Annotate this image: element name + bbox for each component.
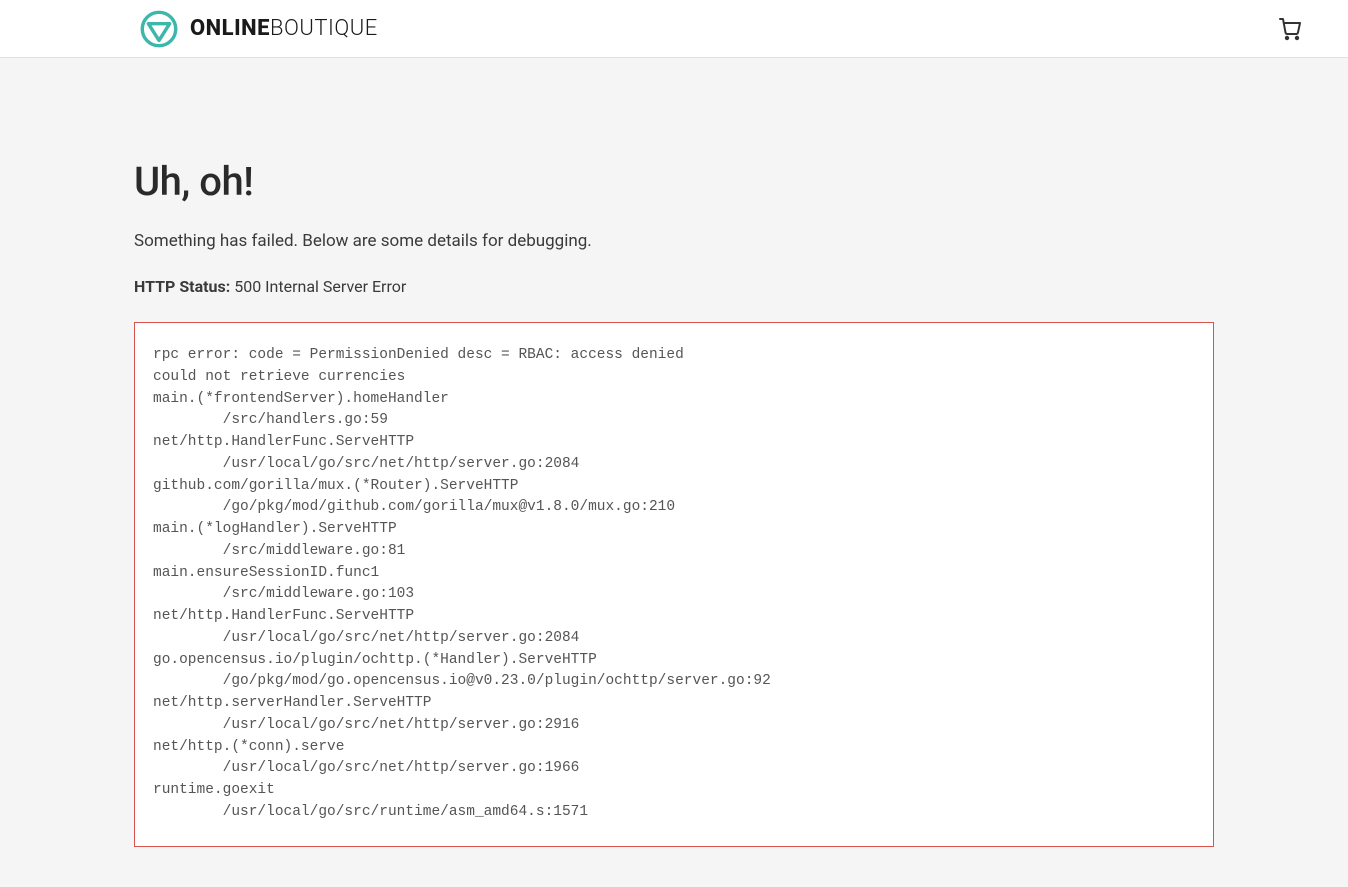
main-content: Uh, oh! Something has failed. Below are … — [134, 58, 1214, 887]
http-status-label: HTTP Status: — [134, 277, 230, 296]
error-title: Uh, oh! — [134, 158, 1214, 205]
http-status: HTTP Status: 500 Internal Server Error — [134, 277, 1214, 296]
cart-icon — [1278, 17, 1302, 41]
brand-logo-link[interactable]: ONLINEBOUTIQUE — [140, 10, 378, 48]
cart-button[interactable] — [1272, 11, 1308, 47]
error-subtitle: Something has failed. Below are some det… — [134, 231, 1214, 251]
brand-logo-icon — [140, 10, 178, 48]
brand-name: ONLINEBOUTIQUE — [190, 16, 378, 41]
http-status-value: 500 Internal Server Error — [234, 277, 406, 296]
header: ONLINEBOUTIQUE — [0, 0, 1348, 58]
stack-trace: rpc error: code = PermissionDenied desc … — [134, 322, 1214, 847]
